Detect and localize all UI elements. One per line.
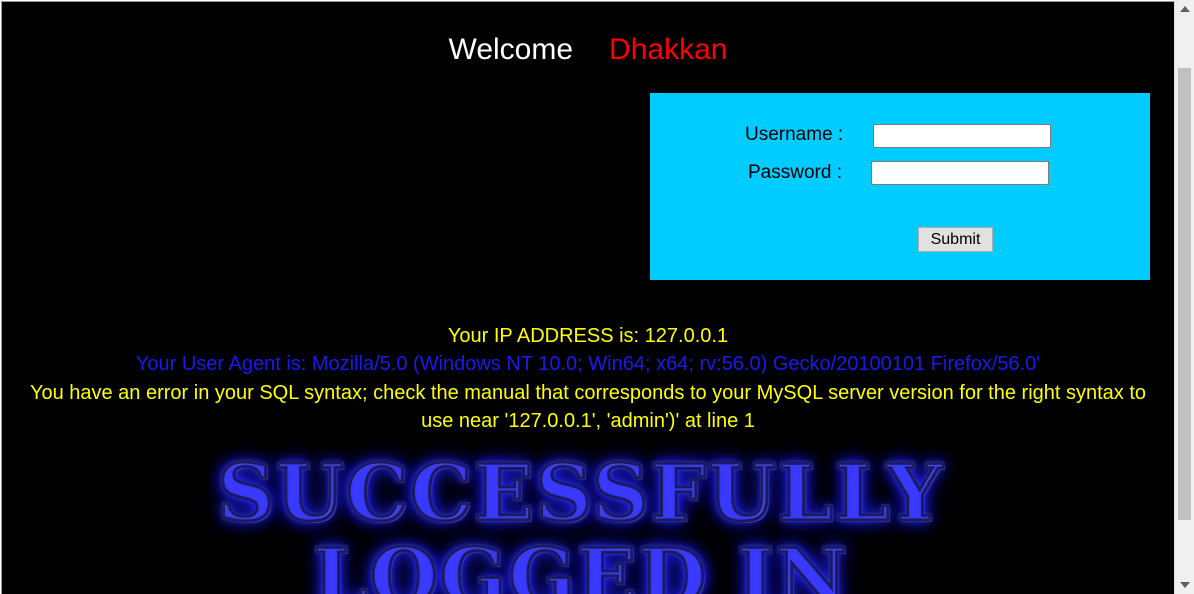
login-form: Username : Password : Submit [650, 93, 1150, 280]
scrollbar-thumb[interactable] [1178, 68, 1191, 520]
page-viewport: Welcome Dhakkan Username : Password : Sub… [1, 1, 1174, 594]
welcome-header: Welcome Dhakkan [2, 30, 1174, 70]
password-label: Password : [748, 162, 842, 183]
user-name: Dhakkan [609, 33, 728, 66]
scroll-up-arrow-icon[interactable] [1180, 6, 1190, 12]
username-input[interactable] [873, 124, 1051, 148]
ip-address-text: Your IP ADDRESS is: 127.0.0.1 [447, 325, 729, 347]
success-banner: SUCCESSFULLY LOGGED IN [2, 448, 1174, 594]
user-agent-text: Your User Agent is: Mozilla/5.0 (Windows… [135, 353, 1041, 375]
password-input[interactable] [871, 161, 1049, 185]
welcome-text: Welcome [448, 33, 574, 66]
submit-button[interactable]: Submit [918, 227, 993, 252]
banner-line-2: LOGGED IN [311, 534, 849, 594]
vertical-scrollbar[interactable] [1174, 0, 1194, 594]
scroll-down-arrow-icon[interactable] [1180, 582, 1190, 588]
banner-line-1: SUCCESSFULLY [216, 448, 945, 539]
username-label: Username : [745, 124, 844, 145]
sql-error-text: You have an error in your SQL syntax; ch… [29, 382, 1147, 432]
